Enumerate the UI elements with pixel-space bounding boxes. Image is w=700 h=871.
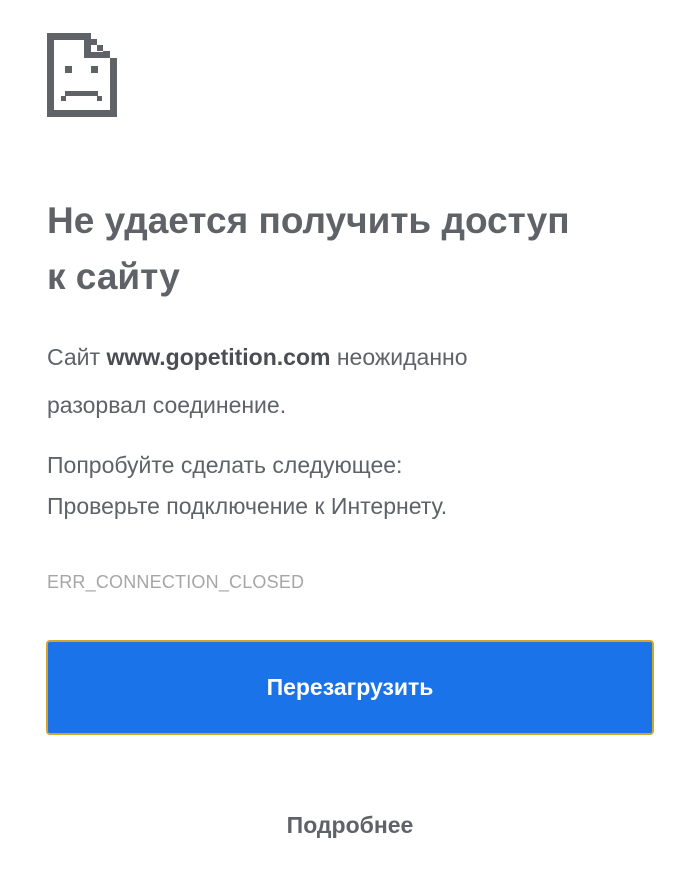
- details-button[interactable]: Подробнее: [0, 808, 700, 842]
- suggestion-item: Проверьте подключение к Интернету.: [47, 493, 448, 519]
- suggestions-heading: Попробуйте сделать следующее:: [47, 452, 403, 478]
- summary-line-2: разорвал соединение.: [47, 392, 287, 418]
- sad-page-icon: [47, 33, 117, 117]
- summary-suffix: неожиданно: [330, 344, 468, 370]
- title-line-1: Не удается получить доступ: [47, 200, 570, 241]
- reload-button[interactable]: Перезагрузить: [46, 640, 654, 735]
- error-code: ERR_CONNECTION_CLOSED: [47, 572, 305, 592]
- suggestions-block: Попробуйте сделать следующее: Проверьте …: [47, 445, 657, 527]
- title-line-2: к сайту: [47, 256, 180, 297]
- error-summary: Сайт www.gopetition.com неожиданно разорв…: [47, 333, 657, 429]
- summary-prefix: Сайт: [47, 344, 107, 370]
- page-title: Не удается получить доступ к сайту: [47, 193, 657, 305]
- site-hostname: www.gopetition.com: [106, 344, 331, 370]
